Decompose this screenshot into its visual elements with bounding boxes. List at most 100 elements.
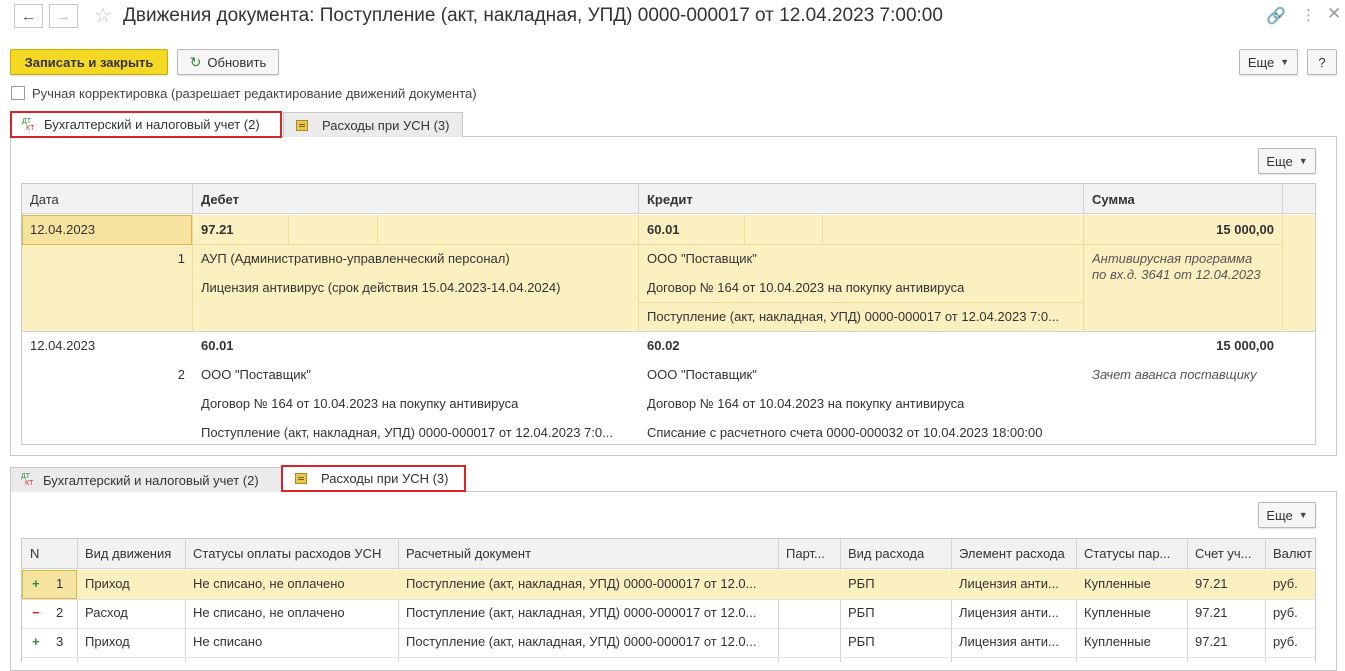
selected-cell [22, 570, 77, 599]
usn-row3-n: 3 [56, 634, 64, 649]
back-button[interactable]: ← [14, 4, 43, 28]
tab-usn-2-label: Расходы при УСН (3) [321, 471, 449, 486]
header-party[interactable]: Парт... [786, 546, 836, 561]
row1-debit-subconto1: АУП (Административно-управленческий перс… [201, 251, 510, 266]
tab-accounting-label: Бухгалтерский и налоговый учет (2) [44, 117, 260, 132]
header-date[interactable]: Дата [30, 192, 59, 207]
row2-debit-subconto1: ООО "Поставщик" [201, 367, 311, 382]
header-payment-status[interactable]: Статусы оплаты расходов УСН [193, 546, 381, 561]
header-expense-element[interactable]: Элемент расхода [959, 546, 1065, 561]
plus-icon: + [32, 634, 40, 649]
more-button[interactable]: Еще ▼ [1239, 49, 1298, 75]
row1-debit-account: 97.21 [201, 222, 234, 237]
plus-icon: + [32, 576, 40, 591]
row2-date: 12.04.2023 [30, 338, 96, 353]
link-icon[interactable]: 🔗 [1266, 6, 1286, 26]
usn-row3-status: Не списано [193, 634, 263, 649]
usn-row3-party-status: Купленные [1084, 634, 1151, 649]
dt-kt-icon: ДТ КТ [21, 473, 34, 487]
row1-debit-subconto2: Лицензия антивирус (срок действия 15.04.… [201, 280, 561, 295]
minus-icon: − [32, 605, 40, 620]
header-n[interactable]: N [30, 546, 39, 561]
header-settlement-doc[interactable]: Расчетный документ [406, 546, 531, 561]
accounting-more-button[interactable]: Еще ▼ [1258, 148, 1316, 174]
row2-credit-subconto2: Договор № 164 от 10.04.2023 на покупку а… [647, 396, 965, 411]
header-sum[interactable]: Сумма [1092, 192, 1135, 207]
usn-row1-account: 97.21 [1195, 576, 1228, 591]
caret-down-icon: ▼ [1280, 57, 1290, 67]
usn-more-label: Еще [1266, 507, 1293, 523]
usn-row3-kind: Приход [85, 634, 130, 649]
row1-number: 1 [177, 251, 185, 266]
tab-usn-2[interactable]: Расходы при УСН (3) [281, 465, 466, 492]
header-credit[interactable]: Кредит [647, 192, 693, 207]
usn-more-button[interactable]: Еще ▼ [1258, 502, 1316, 528]
row2-credit-subconto3: Списание с расчетного счета 0000-000032 … [647, 425, 1043, 440]
usn-row2-account: 97.21 [1195, 605, 1228, 620]
header-account[interactable]: Счет уч... [1195, 546, 1267, 561]
save-close-button[interactable]: Записать и закрыть [10, 49, 168, 75]
row2-sum: 15 000,00 [1216, 338, 1274, 353]
row2-debit-subconto2: Договор № 164 от 10.04.2023 на покупку а… [201, 396, 519, 411]
register-icon [295, 473, 307, 484]
usn-row2-n: 2 [56, 605, 64, 620]
manual-edit-checkbox[interactable] [11, 86, 25, 100]
tab-accounting-2-label: Бухгалтерский и налоговый учет (2) [43, 472, 259, 488]
usn-row3-account: 97.21 [1195, 634, 1228, 649]
caret-down-icon: ▼ [1298, 156, 1308, 166]
more-label: Еще [1247, 54, 1275, 70]
usn-row2-status: Не списано, не оплачено [193, 605, 345, 620]
row1-credit-subconto1: ООО "Поставщик" [647, 251, 757, 266]
usn-row1-n: 1 [56, 576, 64, 591]
tab-usn[interactable]: Расходы при УСН (3) [283, 112, 463, 137]
row1-date: 12.04.2023 [30, 222, 96, 237]
usn-grid: N Вид движения Статусы оплаты расходов У… [21, 538, 1316, 662]
header-currency[interactable]: Валют [1273, 546, 1315, 561]
manual-edit-label: Ручная корректировка (разрешает редактир… [32, 86, 477, 101]
row2-content-line1: Зачет аванса поставщику [1092, 367, 1257, 382]
register-icon [296, 119, 308, 131]
usn-row1-kind: Приход [85, 576, 130, 591]
usn-row3-element: Лицензия анти... [959, 634, 1059, 649]
usn-row2-currency: руб. [1273, 605, 1298, 620]
usn-row1-status: Не списано, не оплачено [193, 576, 345, 591]
row1-credit-account: 60.01 [647, 222, 680, 237]
row1-credit-subconto3: Поступление (акт, накладная, УПД) 0000-0… [647, 309, 1059, 324]
row1-sum: 15 000,00 [1216, 222, 1274, 237]
accounting-grid: Дата Дебет Кредит Сумма 12.04.2023 1 97.… [21, 183, 1316, 445]
row2-number: 2 [177, 367, 185, 382]
header-expense-kind[interactable]: Вид расхода [848, 546, 924, 561]
row2-credit-account: 60.02 [647, 338, 680, 353]
help-button[interactable]: ? [1307, 49, 1337, 75]
refresh-button[interactable]: ↻ Обновить [177, 49, 279, 75]
usn-row3-doc: Поступление (акт, накладная, УПД) 0000-0… [406, 634, 757, 649]
row2-debit-account: 60.01 [201, 338, 234, 353]
tab-accounting[interactable]: ДТ КТ Бухгалтерский и налоговый учет (2) [10, 111, 282, 138]
accounting-more-label: Еще [1266, 153, 1293, 169]
window-title: Движения документа: Поступление (акт, на… [123, 5, 943, 26]
tab-accounting-2[interactable]: ДТ КТ Бухгалтерский и налоговый учет (2) [10, 467, 282, 492]
usn-row1-exp-kind: РБП [848, 576, 875, 591]
close-icon[interactable]: ✕ [1327, 4, 1341, 24]
usn-row2-element: Лицензия анти... [959, 605, 1059, 620]
arrow-left-icon: ← [21, 7, 36, 25]
usn-row2-party-status: Купленные [1084, 605, 1151, 620]
dt-kt-icon: ДТ КТ [22, 117, 35, 132]
row2-debit-subconto3: Поступление (акт, накладная, УПД) 0000-0… [201, 425, 613, 440]
refresh-label: Обновить [207, 54, 267, 70]
more-menu-icon[interactable]: ⋮ [1301, 6, 1316, 24]
favorite-star-icon[interactable]: ☆ [94, 3, 112, 28]
arrow-right-icon: → [56, 7, 71, 25]
header-party-status[interactable]: Статусы пар... [1084, 546, 1184, 561]
row1-content-line1: Антивирусная программа [1092, 251, 1253, 266]
usn-row3-exp-kind: РБП [848, 634, 875, 649]
header-movement-kind[interactable]: Вид движения [85, 546, 171, 561]
header-debit[interactable]: Дебет [201, 192, 239, 207]
usn-row1-party-status: Купленные [1084, 576, 1151, 591]
row2-credit-subconto1: ООО "Поставщик" [647, 367, 757, 382]
usn-row1-element: Лицензия анти... [959, 576, 1059, 591]
caret-down-icon: ▼ [1298, 510, 1308, 520]
forward-button[interactable]: → [49, 4, 78, 28]
row1-credit-subconto2: Договор № 164 от 10.04.2023 на покупку а… [647, 280, 965, 295]
usn-row1-doc: Поступление (акт, накладная, УПД) 0000-0… [406, 576, 757, 591]
